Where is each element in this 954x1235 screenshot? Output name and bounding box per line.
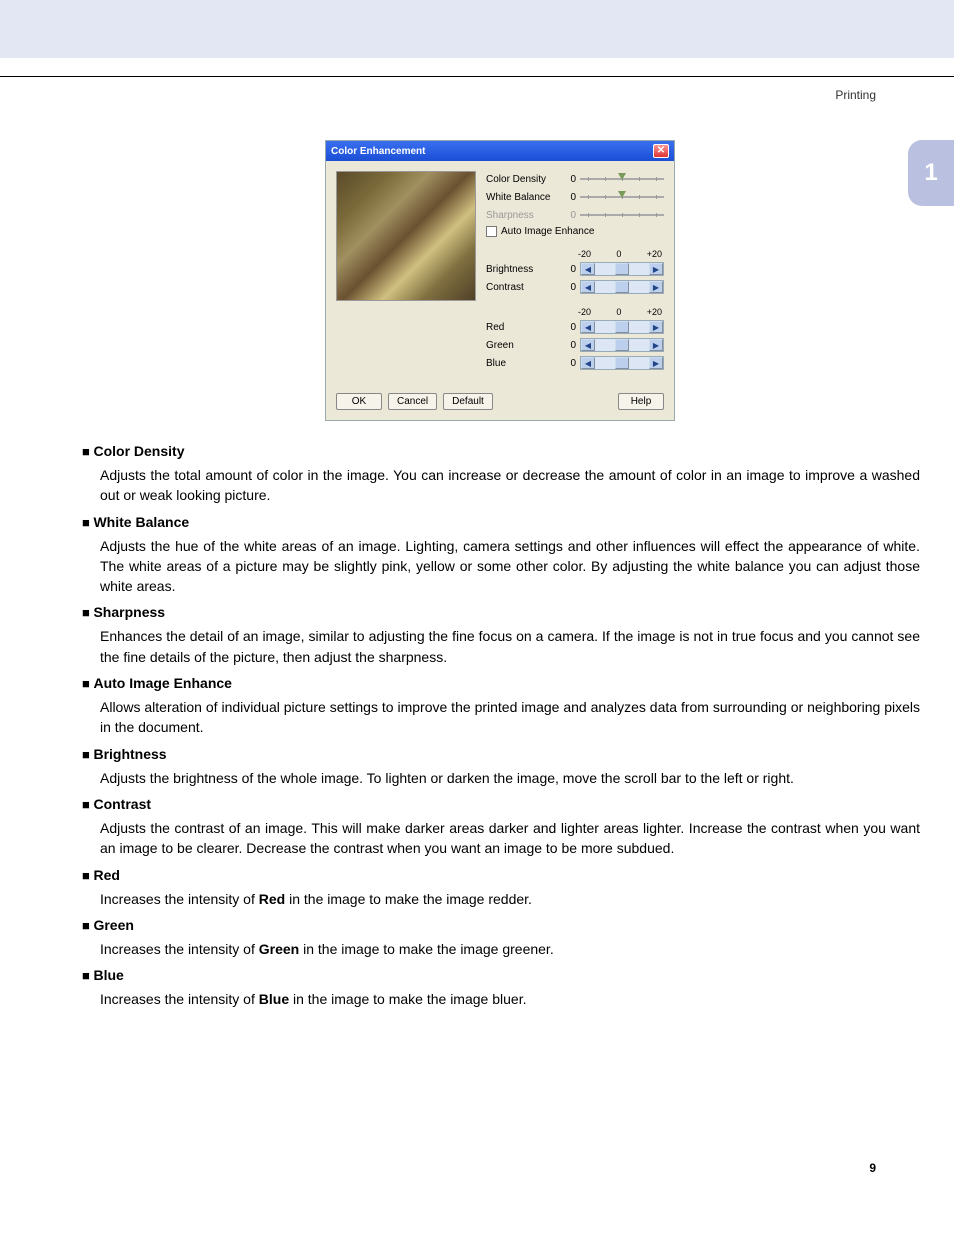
color-enhancement-dialog: Color Enhancement ✕ Color Density0White … <box>325 140 675 421</box>
slider-thumb[interactable] <box>618 191 626 198</box>
section-description: Adjusts the brightness of the whole imag… <box>100 768 920 788</box>
scale-left: -20 <box>578 249 591 259</box>
scroller[interactable]: ◀▶ <box>580 356 664 370</box>
section-description: Adjusts the total amount of color in the… <box>100 465 920 506</box>
scroller[interactable]: ◀▶ <box>580 262 664 276</box>
section-description: Allows alteration of individual picture … <box>100 697 920 738</box>
section-heading: ■ White Balance <box>82 514 920 532</box>
scroll-thumb[interactable] <box>615 263 629 275</box>
scroll-left-icon[interactable]: ◀ <box>581 263 595 275</box>
close-icon[interactable]: ✕ <box>653 144 669 158</box>
header-divider <box>0 76 954 77</box>
scale-right: +20 <box>647 249 662 259</box>
scroller-value: 0 <box>564 322 576 333</box>
slider-label: Sharpness <box>486 210 564 221</box>
scroller-value: 0 <box>564 340 576 351</box>
page-top-bar <box>0 0 954 58</box>
scroller-label: Brightness <box>486 264 564 275</box>
cancel-button[interactable]: Cancel <box>388 393 437 410</box>
section-heading: ■ Contrast <box>82 796 920 814</box>
slider-track[interactable] <box>580 192 664 202</box>
section-description: Increases the intensity of Red in the im… <box>100 889 920 909</box>
section-heading: ■ Red <box>82 867 920 885</box>
preview-image <box>336 171 476 301</box>
scroll-thumb[interactable] <box>615 321 629 333</box>
scroll-thumb[interactable] <box>615 281 629 293</box>
default-button[interactable]: Default <box>443 393 493 410</box>
scroller-label: Green <box>486 340 564 351</box>
scroll-left-icon[interactable]: ◀ <box>581 357 595 369</box>
section-heading: ■ Auto Image Enhance <box>82 675 920 693</box>
page-number: 9 <box>869 1161 876 1175</box>
scroll-left-icon[interactable]: ◀ <box>581 281 595 293</box>
dialog-title: Color Enhancement <box>331 146 425 157</box>
breadcrumb: Printing <box>835 88 876 102</box>
scale-mid: 0 <box>616 307 621 317</box>
section-description: Increases the intensity of Blue in the i… <box>100 989 920 1009</box>
section-heading: ■ Blue <box>82 967 920 985</box>
scroller-value: 0 <box>564 264 576 275</box>
section-description: Adjusts the hue of the white areas of an… <box>100 536 920 597</box>
scroll-thumb[interactable] <box>615 357 629 369</box>
slider-value: 0 <box>564 174 576 185</box>
slider-track[interactable] <box>580 174 664 184</box>
scroll-thumb[interactable] <box>615 339 629 351</box>
section-description: Adjusts the contrast of an image. This w… <box>100 818 920 859</box>
section-heading: ■ Sharpness <box>82 604 920 622</box>
slider-value: 0 <box>564 192 576 203</box>
section-description: Enhances the detail of an image, similar… <box>100 626 920 667</box>
section-description: Increases the intensity of Green in the … <box>100 939 920 959</box>
dialog-titlebar[interactable]: Color Enhancement ✕ <box>326 141 674 161</box>
scroller-label: Contrast <box>486 282 564 293</box>
scroller-label: Red <box>486 322 564 333</box>
auto-image-enhance-checkbox[interactable] <box>486 226 497 237</box>
scroller-value: 0 <box>564 358 576 369</box>
section-heading: ■ Green <box>82 917 920 935</box>
slider-label: Color Density <box>486 174 564 185</box>
scroll-right-icon[interactable]: ▶ <box>649 263 663 275</box>
scroll-right-icon[interactable]: ▶ <box>649 357 663 369</box>
slider-track <box>580 210 664 220</box>
auto-image-enhance-label: Auto Image Enhance <box>501 226 594 237</box>
slider-label: White Balance <box>486 192 564 203</box>
scroller-value: 0 <box>564 282 576 293</box>
scroller-label: Blue <box>486 358 564 369</box>
scroller[interactable]: ◀▶ <box>580 280 664 294</box>
scale-left: -20 <box>578 307 591 317</box>
scroll-right-icon[interactable]: ▶ <box>649 281 663 293</box>
scroll-left-icon[interactable]: ◀ <box>581 321 595 333</box>
scroller[interactable]: ◀▶ <box>580 338 664 352</box>
scroll-right-icon[interactable]: ▶ <box>649 339 663 351</box>
scroll-left-icon[interactable]: ◀ <box>581 339 595 351</box>
scroller[interactable]: ◀▶ <box>580 320 664 334</box>
section-heading: ■ Brightness <box>82 746 920 764</box>
slider-value: 0 <box>564 210 576 221</box>
scale-mid: 0 <box>616 249 621 259</box>
help-button[interactable]: Help <box>618 393 664 410</box>
ok-button[interactable]: OK <box>336 393 382 410</box>
scroll-right-icon[interactable]: ▶ <box>649 321 663 333</box>
scale-right: +20 <box>647 307 662 317</box>
section-heading: ■ Color Density <box>82 443 920 461</box>
slider-thumb[interactable] <box>618 173 626 180</box>
